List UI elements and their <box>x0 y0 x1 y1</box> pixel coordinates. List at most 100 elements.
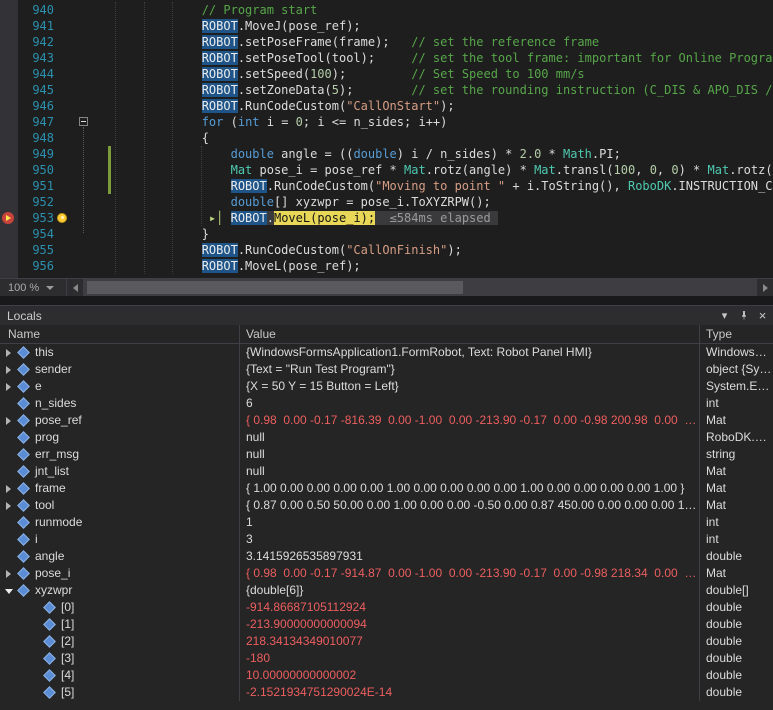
locals-row[interactable]: prognullRoboDK.Program <box>0 429 773 446</box>
variable-value[interactable]: {X = 50 Y = 15 Button = Left} <box>240 378 700 395</box>
locals-row[interactable]: pose_i{ 0.98 0.00 -0.17 -914.87 0.00 -1.… <box>0 565 773 582</box>
code-token <box>115 131 202 145</box>
expander-collapsed-icon[interactable] <box>4 348 14 358</box>
code-token: ROBOT <box>231 179 267 193</box>
variable-value[interactable]: null <box>240 446 700 463</box>
close-icon[interactable]: × <box>754 308 771 323</box>
expander-collapsed-icon[interactable] <box>4 501 14 511</box>
code-line[interactable]: 941 ROBOT.MoveJ(pose_ref); <box>0 18 773 34</box>
expander-spacer <box>4 552 14 562</box>
variable-value[interactable]: 3.1415926535897931 <box>240 548 700 565</box>
line-number: 953 <box>18 210 54 226</box>
code-token: ROBOT <box>202 99 238 113</box>
column-header-value[interactable]: Value <box>240 325 700 343</box>
name-cell: err_msg <box>0 446 240 463</box>
window-splitter[interactable] <box>0 296 773 305</box>
expander-expanded-icon[interactable] <box>4 586 14 596</box>
variable-value[interactable]: { 0.87 0.00 0.50 50.00 0.00 1.00 0.00 0.… <box>240 497 700 514</box>
expander-collapsed-icon[interactable] <box>4 382 14 392</box>
line-number: 948 <box>18 130 54 146</box>
fold-collapse-icon[interactable] <box>79 117 88 126</box>
locals-row[interactable]: err_msgnullstring <box>0 446 773 463</box>
code-line[interactable]: 940 // Program start <box>0 2 773 18</box>
variable-value[interactable]: 1 <box>240 514 700 531</box>
variable-value[interactable]: { 1.00 0.00 0.00 0.00 0.00 1.00 0.00 0.0… <box>240 480 700 497</box>
variable-value[interactable]: 10.00000000000002 <box>240 667 700 684</box>
variable-value[interactable]: 3 <box>240 531 700 548</box>
variable-value[interactable]: 218.34134349010077 <box>240 633 700 650</box>
pin-icon[interactable] <box>735 308 752 323</box>
horizontal-scrollbar[interactable] <box>83 279 757 296</box>
locals-row[interactable]: sender{Text = "Run Test Program"}object … <box>0 361 773 378</box>
code-line[interactable]: 949 double angle = ((double) i / n_sides… <box>0 146 773 162</box>
expander-collapsed-icon[interactable] <box>4 569 14 579</box>
code-token: i = <box>260 115 296 129</box>
code-token: ▸│ <box>209 211 223 225</box>
variable-value[interactable]: {Text = "Run Test Program"} <box>240 361 700 378</box>
locals-row[interactable]: [5]-2.1521934751290024E-14double <box>0 684 773 701</box>
code-line[interactable]: 952 double[] xyzwpr = pose_i.ToXYZRPW(); <box>0 194 773 210</box>
code-line[interactable]: 943 ROBOT.setPoseTool(tool); // set the … <box>0 50 773 66</box>
locals-row[interactable]: frame{ 1.00 0.00 0.00 0.00 0.00 1.00 0.0… <box>0 480 773 497</box>
locals-row[interactable]: this{WindowsFormsApplication1.FormRobot,… <box>0 344 773 361</box>
code-line[interactable]: 951 ROBOT.RunCodeCustom("Moving to point… <box>0 178 773 194</box>
expander-collapsed-icon[interactable] <box>4 416 14 426</box>
code-line[interactable]: 945 ROBOT.setZoneData(5); // set the rou… <box>0 82 773 98</box>
expander-collapsed-icon[interactable] <box>4 484 14 494</box>
locals-row[interactable]: runmode1int <box>0 514 773 531</box>
locals-row[interactable]: [4]10.00000000000002double <box>0 667 773 684</box>
lightbulb-icon[interactable] <box>57 213 67 223</box>
zoom-control[interactable]: 100 % <box>0 279 66 296</box>
code-token: .RunCodeCustom( <box>238 243 346 257</box>
triangle-left-icon <box>73 284 78 292</box>
expander-spacer <box>4 450 14 460</box>
code-token: MoveL(pose_i); <box>274 211 375 225</box>
variable-value[interactable]: { 0.98 0.00 -0.17 -816.39 0.00 -1.00 0.0… <box>240 412 700 429</box>
code-line[interactable]: 947 for (int i = 0; i <= n_sides; i++) <box>0 114 773 130</box>
locals-row[interactable]: [3]-180double <box>0 650 773 667</box>
variable-value[interactable]: null <box>240 463 700 480</box>
column-header-name[interactable]: Name <box>0 325 240 343</box>
locals-row[interactable]: e{X = 50 Y = 15 Button = Left}System.Eve… <box>0 378 773 395</box>
variable-value[interactable]: { 0.98 0.00 -0.17 -914.87 0.00 -1.00 0.0… <box>240 565 700 582</box>
variable-value[interactable]: 6 <box>240 395 700 412</box>
variable-name: pose_ref <box>35 412 82 429</box>
variable-value[interactable]: -914.86687105112924 <box>240 599 700 616</box>
code-line[interactable]: 946 ROBOT.RunCodeCustom("CallOnStart"); <box>0 98 773 114</box>
code-line[interactable]: 944 ROBOT.setSpeed(100); // Set Speed to… <box>0 66 773 82</box>
code-token: ) i / n_sides) * <box>397 147 520 161</box>
code-line[interactable]: 954 } <box>0 226 773 242</box>
locals-row[interactable]: tool{ 0.87 0.00 0.50 50.00 0.00 1.00 0.0… <box>0 497 773 514</box>
locals-row[interactable]: [0]-914.86687105112924double <box>0 599 773 616</box>
variable-value[interactable]: -2.1521934751290024E-14 <box>240 684 700 701</box>
code-line[interactable]: 950 Mat pose_i = pose_ref * Mat.rotz(ang… <box>0 162 773 178</box>
code-line[interactable]: 953 ▸│ ROBOT.MoveL(pose_i); ≤584ms elaps… <box>0 210 773 226</box>
code-line[interactable]: 956 ROBOT.MoveL(pose_ref); <box>0 258 773 274</box>
code-line[interactable]: 955 ROBOT.RunCodeCustom("CallOnFinish"); <box>0 242 773 258</box>
locals-row[interactable]: xyzwpr{double[6]}double[] <box>0 582 773 599</box>
window-menu-icon[interactable]: ▾ <box>716 308 733 323</box>
column-header-type[interactable]: Type <box>700 325 773 343</box>
locals-row[interactable]: angle3.1415926535897931double <box>0 548 773 565</box>
code-line[interactable]: 942 ROBOT.setPoseFrame(frame); // set th… <box>0 34 773 50</box>
scroll-left-button[interactable] <box>67 279 83 296</box>
locals-row[interactable]: jnt_listnullMat <box>0 463 773 480</box>
variable-value[interactable]: {WindowsFormsApplication1.FormRobot, Tex… <box>240 344 700 361</box>
locals-row[interactable]: [1]-213.90000000000094double <box>0 616 773 633</box>
locals-row[interactable]: n_sides6int <box>0 395 773 412</box>
scrollbar-thumb[interactable] <box>87 281 463 294</box>
expander-collapsed-icon[interactable] <box>4 365 14 375</box>
code-token: ROBOT <box>202 83 238 97</box>
locals-row[interactable]: [2]218.34134349010077double <box>0 633 773 650</box>
expander-spacer <box>30 603 40 613</box>
locals-row[interactable]: i3int <box>0 531 773 548</box>
code-line[interactable]: 948 { <box>0 130 773 146</box>
variable-value[interactable]: -213.90000000000094 <box>240 616 700 633</box>
variable-value[interactable]: null <box>240 429 700 446</box>
variable-icon <box>17 584 30 597</box>
scroll-right-button[interactable] <box>757 279 773 296</box>
variable-value[interactable]: -180 <box>240 650 700 667</box>
locals-row[interactable]: pose_ref { 0.98 0.00 -0.17 -816.39 0.00 -… <box>0 412 773 429</box>
variable-value[interactable]: {double[6]} <box>240 582 700 599</box>
breakpoint-current-statement-icon[interactable] <box>2 212 14 224</box>
